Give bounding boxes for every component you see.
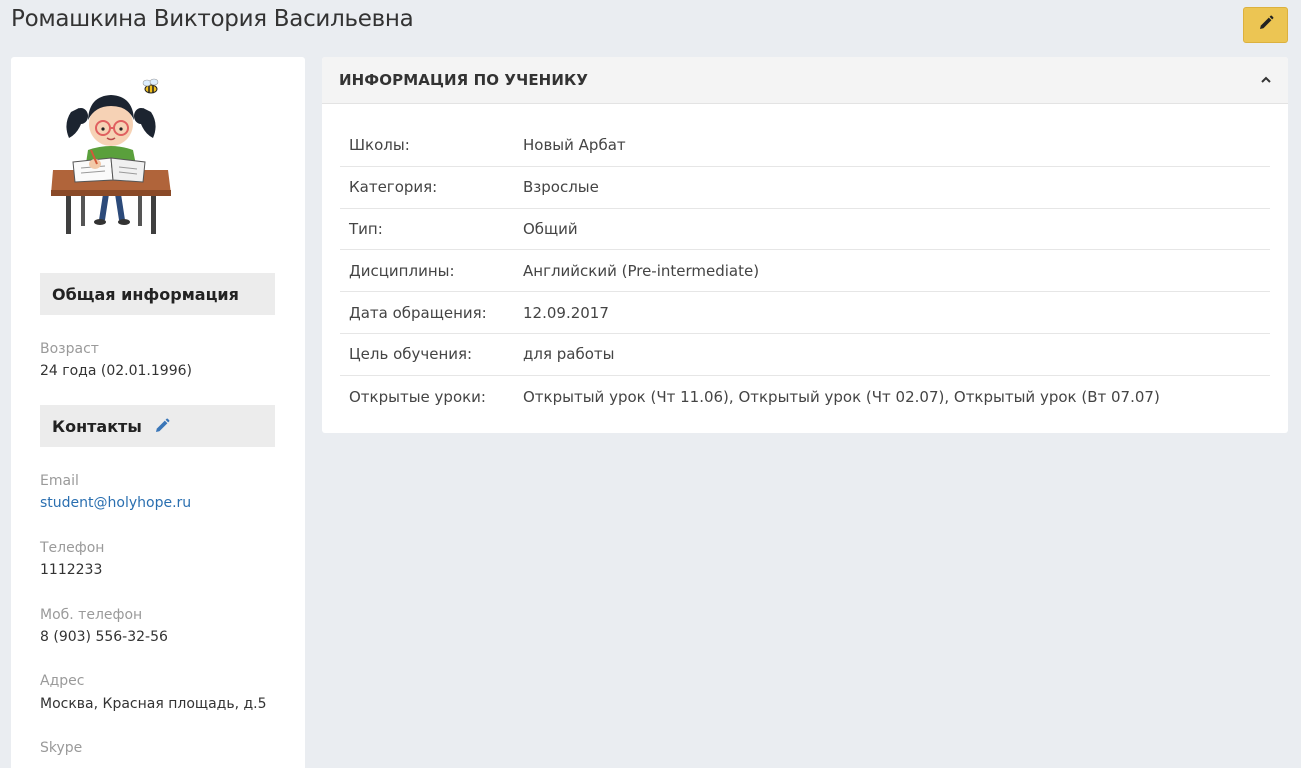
chevron-up-icon[interactable] — [1260, 74, 1272, 86]
address-label: Адрес — [40, 673, 85, 689]
table-row: Тип: Общий — [340, 209, 1270, 251]
profile-card: Общая информация Возраст 24 года (02.01.… — [11, 57, 305, 768]
row-key: Цель обучения: — [349, 345, 473, 364]
table-row: Школы: Новый Арбат — [340, 125, 1270, 167]
row-value: Новый Арбат — [523, 136, 626, 155]
row-value: 12.09.2017 — [523, 303, 609, 322]
panel-title: ИНФОРМАЦИЯ ПО УЧЕНИКУ — [339, 71, 588, 89]
row-key: Дата обращения: — [349, 303, 487, 322]
pencil-icon — [1258, 15, 1274, 36]
row-key: Школы: — [349, 136, 410, 155]
row-key: Категория: — [349, 178, 438, 197]
contacts-heading: Контакты — [40, 405, 275, 447]
phone-value: 1112233 — [40, 562, 103, 578]
row-value: Общий — [523, 219, 578, 238]
email-link[interactable]: student@holyhope.ru — [40, 495, 191, 511]
row-key: Дисциплины: — [349, 261, 455, 280]
panel-header: ИНФОРМАЦИЯ ПО УЧЕНИКУ — [322, 57, 1288, 104]
contacts-label: Контакты — [52, 416, 142, 436]
avatar — [33, 72, 203, 247]
general-info-heading: Общая информация — [40, 273, 275, 315]
skype-label: Skype — [40, 740, 83, 756]
edit-button[interactable] — [1243, 7, 1288, 43]
mobile-label: Моб. телефон — [40, 607, 143, 623]
page-title: Ромашкина Виктория Васильевна — [11, 6, 414, 32]
row-value: для работы — [523, 345, 615, 364]
student-info-panel: ИНФОРМАЦИЯ ПО УЧЕНИКУ Школы: Новый Арбат… — [322, 57, 1288, 433]
phone-label: Телефон — [40, 540, 105, 556]
address-value: Москва, Красная площадь, д.5 — [40, 696, 267, 712]
edit-contacts-icon[interactable] — [154, 418, 170, 434]
general-info-label: Общая информация — [52, 284, 239, 304]
row-key: Тип: — [349, 219, 383, 238]
table-row: Открытые уроки: Открытый урок (Чт 11.06)… — [340, 376, 1270, 418]
row-value: Взрослые — [523, 178, 599, 197]
age-label: Возраст — [40, 341, 99, 357]
row-value: Английский (Pre-intermediate) — [523, 261, 760, 280]
table-row: Дата обращения: 12.09.2017 — [340, 292, 1270, 334]
info-table: Школы: Новый Арбат Категория: Взрослые Т… — [340, 125, 1270, 418]
table-row: Цель обучения: для работы — [340, 334, 1270, 376]
table-row: Категория: Взрослые — [340, 167, 1270, 209]
row-key: Открытые уроки: — [349, 387, 486, 406]
row-value: Открытый урок (Чт 11.06), Открытый урок … — [523, 387, 1160, 406]
age-value: 24 года (02.01.1996) — [40, 363, 192, 379]
table-row: Дисциплины: Английский (Pre-intermediate… — [340, 250, 1270, 293]
email-label: Email — [40, 473, 79, 489]
mobile-value: 8 (903) 556-32-56 — [40, 629, 168, 645]
